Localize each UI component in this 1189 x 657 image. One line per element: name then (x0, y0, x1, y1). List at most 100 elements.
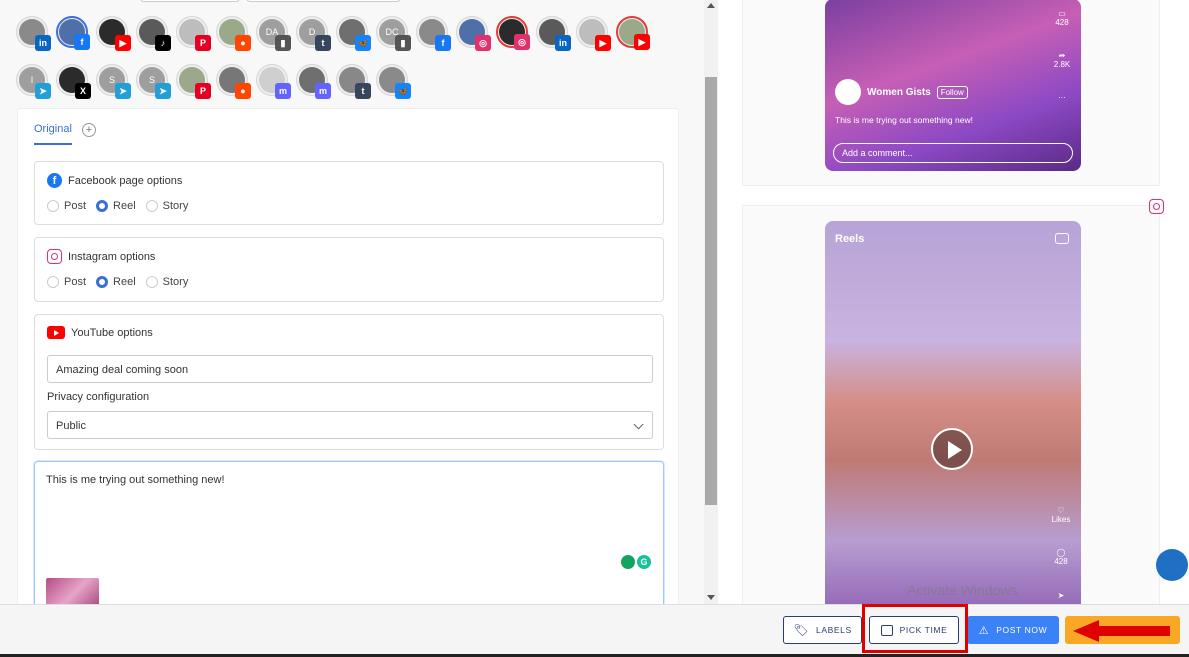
account-avatar-bluesky[interactable]: 🦋 (376, 64, 411, 99)
page-name: Women Gists (867, 86, 931, 98)
account-avatar-tumblr[interactable]: Dt (296, 16, 331, 51)
facebook-icon: f (47, 173, 62, 188)
instagram-radio-story[interactable]: Story (145, 276, 188, 288)
account-avatar-pinterest[interactable]: P (176, 16, 211, 51)
more-icon: … (1058, 91, 1066, 100)
instagram-preview-card: Reels ♡ Likes ◯ 428 ➤ (742, 205, 1160, 625)
youtube-icon: ▶ (115, 35, 131, 51)
account-avatar-reddit[interactable]: ● (216, 64, 251, 99)
top-buttons (140, 0, 401, 2)
chevron-down-icon (633, 419, 644, 430)
ig-comment-icon: ◯ 428 (1054, 548, 1068, 566)
account-avatar-telegram[interactable]: S ➤ (136, 64, 171, 99)
account-selector: in f ▶ ♪ P ● DA ▮ Dt 🦋 DC ▮ f ◎ ◎ in ▶ ▶ I ➤ X S ➤ S ➤ P ● m m t 🦋 (16, 16, 696, 99)
youtube-icon (47, 326, 65, 339)
post-text-editor[interactable]: This is me trying out something new! G (34, 461, 664, 604)
scrollbar-thumb[interactable] (705, 77, 717, 505)
account-avatar-facebook[interactable]: f (416, 16, 451, 51)
instagram-radio-post[interactable]: Post (47, 276, 86, 288)
composer-card: Original + f Facebook page options Post … (17, 108, 679, 604)
account-avatar-linkedin[interactable]: in (536, 16, 571, 51)
page-avatar (835, 79, 861, 105)
account-avatar-telegram[interactable]: I ➤ (16, 64, 51, 99)
media-thumbnail[interactable] (46, 578, 99, 604)
account-avatar-instagram[interactable]: ◎ (456, 16, 491, 51)
preview-pane: ▭ 428 ➦ 2.8K … Women Gists Follow This is … (718, 0, 1189, 625)
youtube-icon: ▶ (595, 35, 611, 51)
bluesky-icon: 🦋 (395, 83, 411, 99)
tabs: Original + (34, 123, 96, 145)
top-button-1[interactable] (140, 0, 240, 2)
bluesky-icon: 🦋 (355, 35, 371, 51)
top-button-2[interactable] (246, 0, 401, 2)
mastodon-icon: m (275, 83, 291, 99)
post-now-button[interactable]: ⚠ POST NOW (967, 616, 1059, 644)
page-info: Women Gists Follow (835, 79, 968, 105)
facebook-radio-reel[interactable]: Reel (96, 200, 136, 212)
grammarly-icon: G (637, 555, 651, 569)
post-text[interactable]: This is me trying out something new! (46, 474, 225, 486)
reddit-icon: ● (235, 83, 251, 99)
account-avatar-google-business[interactable]: DA ▮ (256, 16, 291, 51)
chat-support-button[interactable] (1156, 549, 1188, 581)
privacy-label: Privacy configuration (47, 391, 150, 403)
instagram-radio-reel[interactable]: Reel (96, 276, 136, 288)
youtube-icon: ▶ (634, 34, 650, 50)
instagram-options-title: Instagram options (68, 250, 156, 263)
red-arrow-annotation (1073, 620, 1170, 642)
account-avatar-tiktok[interactable]: ♪ (136, 16, 171, 51)
account-avatar-tumblr[interactable]: t (336, 64, 371, 99)
reels-header: Reels (835, 233, 865, 245)
follow-button: Follow (936, 85, 968, 99)
account-avatar-linkedin[interactable]: in (16, 16, 51, 51)
account-avatar-mastodon[interactable]: m (296, 64, 331, 99)
mastodon-icon: m (315, 83, 331, 99)
account-avatar-mastodon[interactable]: m (256, 64, 291, 99)
youtube-options-title: YouTube options (71, 326, 153, 339)
account-avatar-instagram[interactable]: ◎ (496, 16, 530, 50)
camera-icon (1055, 233, 1069, 244)
account-avatar-x[interactable]: X (56, 64, 91, 99)
telegram-icon: ➤ (155, 83, 171, 99)
vertical-scrollbar[interactable] (704, 0, 718, 604)
facebook-radio-story[interactable]: Story (145, 200, 188, 212)
tag-icon: 🏷 (793, 623, 810, 637)
telegram-icon: ➤ (35, 83, 51, 99)
youtube-title-input[interactable]: Amazing deal coming soon (47, 355, 653, 383)
telegram-icon: ➤ (115, 83, 131, 99)
youtube-options-header: YouTube options (47, 326, 153, 339)
privacy-value: Public (56, 420, 86, 432)
preview-caption: This is me trying out something new! (835, 115, 973, 125)
add-comment-input: Add a comment... (833, 143, 1073, 163)
account-avatar-reddit[interactable]: ● (216, 16, 251, 51)
reddit-icon: ● (235, 35, 251, 51)
instagram-icon: ◎ (514, 34, 530, 50)
scroll-down-icon[interactable] (707, 595, 715, 600)
account-avatar-telegram[interactable]: S ➤ (96, 64, 131, 99)
account-avatar-pinterest[interactable]: P (176, 64, 211, 99)
tab-original[interactable]: Original (34, 123, 72, 145)
labels-button[interactable]: 🏷 LABELS (783, 616, 862, 644)
account-avatar-youtube[interactable]: ▶ (576, 16, 611, 51)
add-tab-icon[interactable]: + (81, 123, 96, 137)
facebook-options: f Facebook page options Post Reel Story (34, 161, 664, 225)
account-avatar-google-business[interactable]: DC ▮ (376, 16, 411, 51)
play-icon (931, 428, 973, 470)
privacy-select[interactable]: Public (47, 411, 653, 439)
account-avatar-bluesky[interactable]: 🦋 (336, 16, 371, 51)
account-avatar-youtube[interactable]: ▶ (616, 16, 650, 50)
instagram-preview-icon (1149, 199, 1164, 214)
facebook-options-header: f Facebook page options (47, 173, 182, 188)
like-icon: ♡ Likes (1051, 506, 1071, 524)
tumblr-icon: t (315, 35, 331, 51)
account-avatar-facebook[interactable]: f (56, 16, 90, 50)
account-avatar-youtube[interactable]: ▶ (96, 16, 131, 51)
scroll-up-icon[interactable] (707, 3, 715, 8)
grammarly-widget[interactable]: G (621, 555, 651, 569)
instagram-icon: ◎ (475, 35, 491, 51)
facebook-type-radios: Post Reel Story (47, 200, 188, 212)
facebook-reel-preview: ▭ 428 ➦ 2.8K … Women Gists Follow This is … (825, 0, 1081, 171)
google-business-icon: ▮ (395, 35, 411, 51)
facebook-radio-post[interactable]: Post (47, 200, 86, 212)
pinterest-icon: P (195, 35, 211, 51)
